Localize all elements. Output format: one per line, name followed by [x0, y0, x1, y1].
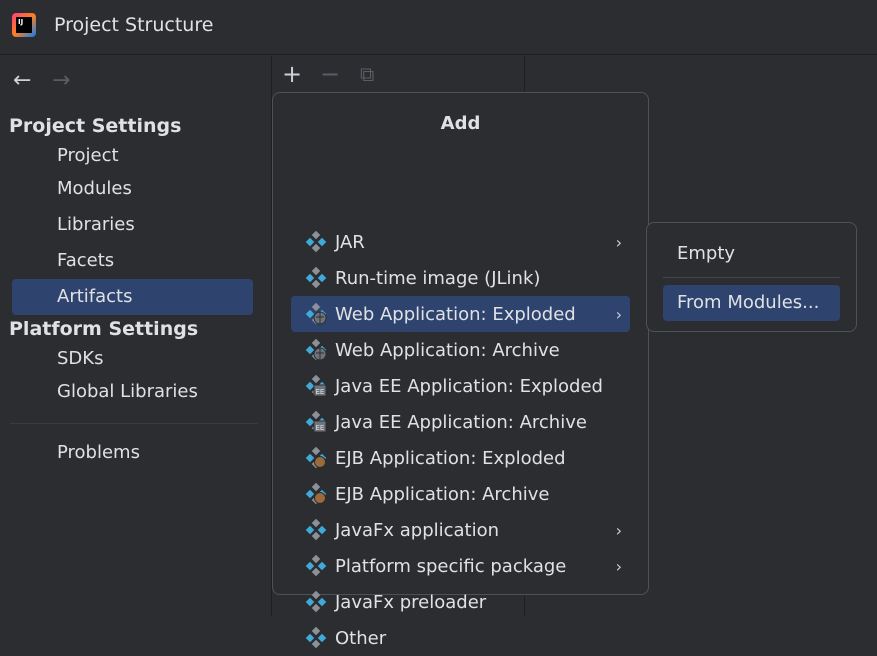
- popup-title: Add: [440, 113, 481, 134]
- sidebar-item-sdks[interactable]: SDKs: [12, 341, 253, 377]
- submenu-divider: [663, 277, 840, 278]
- menu-item[interactable]: Other: [291, 620, 630, 656]
- add-popup-menu: Add JAR › Run-time image (JLink) Web Applic…: [272, 92, 649, 649]
- menu-item[interactable]: Web Application: Exploded ›: [291, 296, 630, 332]
- project-settings-heading: Project Settings: [9, 115, 182, 137]
- menu-item[interactable]: EJB Application: Exploded: [291, 440, 630, 476]
- artifact-icon: [305, 231, 327, 253]
- submenu: Empty From Modules...: [646, 222, 857, 332]
- artifact-icon: [305, 591, 327, 613]
- menu-item[interactable]: JAR ›: [291, 224, 630, 260]
- menu-item-label: Platform specific package: [335, 555, 567, 577]
- menu-item[interactable]: JavaFx preloader: [291, 584, 630, 620]
- menu-item[interactable]: EE Java EE Application: Archive: [291, 404, 630, 440]
- artifact-icon: [305, 627, 327, 649]
- artifact-icon: [305, 267, 327, 289]
- ejb-artifact-icon: [305, 447, 327, 469]
- menu-item-label: EJB Application: Archive: [335, 483, 550, 505]
- web-artifact-icon: [305, 339, 327, 361]
- platform-settings-heading: Platform Settings: [9, 318, 199, 340]
- sidebar-item-artifacts[interactable]: Artifacts: [12, 279, 253, 315]
- remove-button[interactable]: −: [320, 60, 340, 88]
- title-bar: IJ Project Structure: [0, 0, 877, 55]
- menu-item[interactable]: JavaFx application ›: [291, 512, 630, 548]
- artifact-icon: [305, 555, 327, 577]
- menu-item[interactable]: Web Application: Archive: [291, 332, 630, 368]
- menu-item-label: Java EE Application: Archive: [335, 411, 587, 433]
- sidebar-item-facets[interactable]: Facets: [12, 243, 253, 279]
- web-artifact-icon: [305, 303, 327, 325]
- ejb-artifact-icon: [305, 483, 327, 505]
- menu-item-label: Web Application: Exploded: [335, 303, 576, 325]
- copy-button[interactable]: ⧉: [360, 62, 374, 86]
- sidebar-item-libraries[interactable]: Libraries: [12, 207, 253, 243]
- sidebar-divider: [10, 423, 258, 424]
- menu-item-label: Run-time image (JLink): [335, 267, 541, 289]
- submenu-item-empty[interactable]: Empty: [663, 236, 840, 272]
- sidebar-item-project[interactable]: Project: [12, 138, 253, 174]
- menu-item-label: EJB Application: Exploded: [335, 447, 566, 469]
- chevron-right-icon: ›: [615, 304, 622, 324]
- svg-text:EE: EE: [316, 388, 325, 396]
- svg-text:EE: EE: [316, 424, 325, 432]
- menu-item-label: Java EE Application: Exploded: [335, 375, 603, 397]
- chevron-right-icon: ›: [615, 232, 622, 252]
- javaee-artifact-icon: EE: [305, 411, 327, 433]
- artifact-icon: [305, 519, 327, 541]
- javaee-artifact-icon: EE: [305, 375, 327, 397]
- back-arrow-icon[interactable]: ←: [13, 68, 31, 93]
- menu-item[interactable]: Run-time image (JLink): [291, 260, 630, 296]
- submenu-item-from-modules[interactable]: From Modules...: [663, 285, 840, 321]
- sidebar-item-global-libraries[interactable]: Global Libraries: [12, 374, 253, 410]
- add-button[interactable]: +: [282, 60, 302, 88]
- menu-item-label: Web Application: Archive: [335, 339, 560, 361]
- intellij-logo-icon: IJ: [12, 13, 36, 37]
- chevron-right-icon: ›: [615, 556, 622, 576]
- window-title: Project Structure: [54, 14, 214, 36]
- menu-item[interactable]: Platform specific package ›: [291, 548, 630, 584]
- menu-item[interactable]: EE Java EE Application: Exploded: [291, 368, 630, 404]
- menu-item-label: JavaFx preloader: [335, 591, 487, 613]
- menu-item[interactable]: EJB Application: Archive: [291, 476, 630, 512]
- menu-item-label: JAR: [335, 231, 365, 253]
- chevron-right-icon: ›: [615, 520, 622, 540]
- sidebar-item-problems[interactable]: Problems: [12, 435, 253, 471]
- forward-arrow-icon[interactable]: →: [52, 68, 70, 93]
- menu-item-label: JavaFx application: [335, 519, 500, 541]
- menu-item-label: Other: [335, 627, 387, 649]
- sidebar-item-modules[interactable]: Modules: [12, 171, 253, 207]
